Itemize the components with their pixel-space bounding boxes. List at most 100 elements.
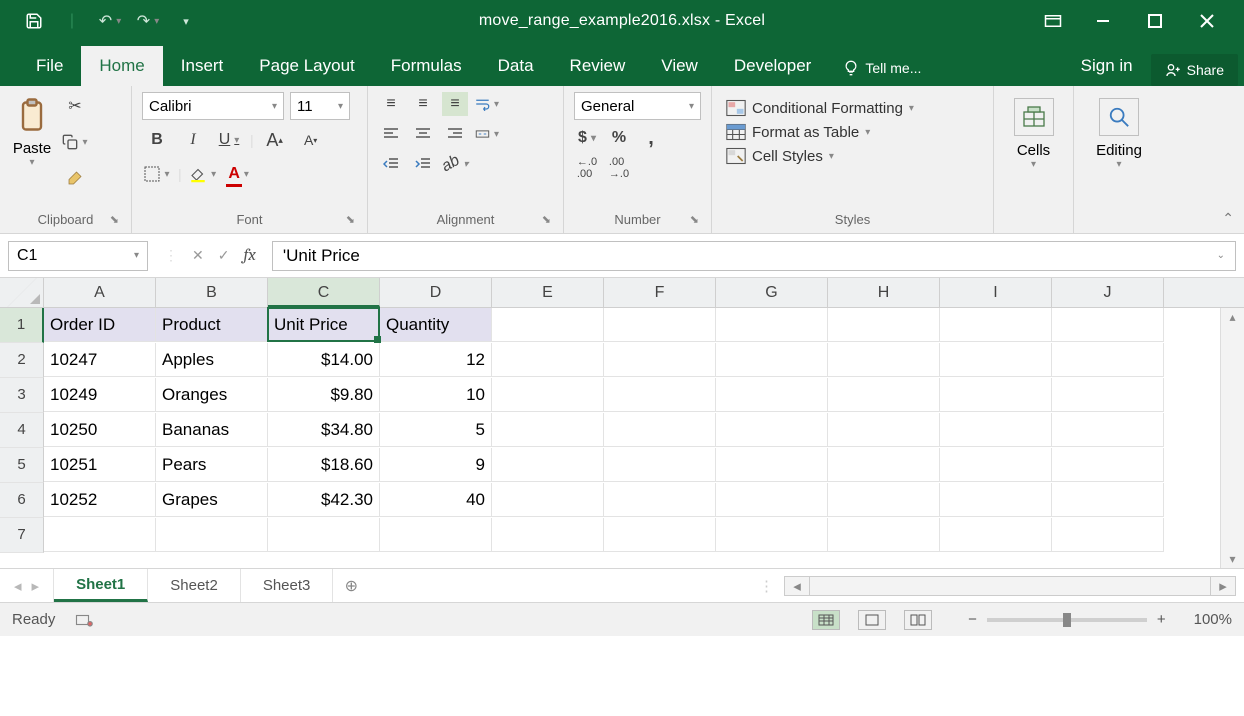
vertical-scrollbar[interactable]: ▴▾ (1220, 308, 1244, 568)
font-name-combo[interactable]: Calibri▾ (142, 92, 284, 120)
close-icon[interactable] (1200, 14, 1218, 28)
macro-record-icon[interactable] (75, 613, 93, 627)
cancel-formula-icon[interactable]: ✕ (192, 247, 204, 264)
cell[interactable] (828, 308, 940, 342)
cell[interactable] (604, 413, 716, 447)
row-header[interactable]: 2 (0, 343, 44, 378)
cell[interactable] (604, 308, 716, 342)
cell[interactable]: $14.00 (268, 343, 380, 377)
cell[interactable] (716, 413, 828, 447)
sheet-tab-sheet1[interactable]: Sheet1 (54, 569, 148, 602)
view-normal-icon[interactable] (812, 610, 840, 630)
cell[interactable] (1052, 448, 1164, 482)
column-header[interactable]: E (492, 278, 604, 307)
increase-indent-icon[interactable] (410, 152, 436, 176)
find-select-button[interactable] (1099, 98, 1139, 136)
sign-in-link[interactable]: Sign in (1063, 46, 1151, 86)
copy-icon[interactable] (60, 128, 90, 156)
cell[interactable] (492, 343, 604, 377)
column-header[interactable]: B (156, 278, 268, 307)
fill-color-button[interactable] (188, 160, 218, 188)
cell[interactable] (940, 378, 1052, 412)
decrease-font-icon[interactable]: A▾ (296, 126, 326, 154)
new-sheet-button[interactable]: ⊕ (333, 576, 369, 596)
cell[interactable] (492, 308, 604, 342)
zoom-slider[interactable] (987, 618, 1147, 622)
tab-insert[interactable]: Insert (163, 46, 242, 86)
cell[interactable] (1052, 343, 1164, 377)
save-icon[interactable] (18, 7, 50, 35)
cell[interactable]: 12 (380, 343, 492, 377)
share-button[interactable]: Share (1151, 54, 1238, 86)
cell[interactable] (492, 448, 604, 482)
cell[interactable] (828, 343, 940, 377)
column-header[interactable]: D (380, 278, 492, 307)
cell[interactable] (716, 518, 828, 552)
format-painter-icon[interactable] (60, 164, 90, 192)
accounting-format-button[interactable]: $ (574, 126, 600, 150)
cell[interactable] (940, 308, 1052, 342)
cell[interactable]: Quantity (380, 308, 492, 342)
cell[interactable] (380, 518, 492, 552)
increase-decimal-icon[interactable]: ←.0.00 (574, 156, 600, 180)
align-left-icon[interactable] (378, 122, 404, 146)
tell-me[interactable]: Tell me... (829, 60, 935, 86)
cell[interactable] (940, 483, 1052, 517)
cell[interactable] (604, 483, 716, 517)
row-header[interactable]: 4 (0, 413, 44, 448)
wrap-text-button[interactable] (474, 92, 500, 116)
column-header[interactable]: C (268, 278, 380, 307)
maximize-icon[interactable] (1148, 14, 1166, 28)
horizontal-scrollbar[interactable]: ◂▸ (784, 576, 1244, 596)
undo-button[interactable]: ↶ (94, 7, 126, 35)
row-header[interactable]: 1 (0, 308, 44, 343)
tab-review[interactable]: Review (552, 46, 644, 86)
bold-button[interactable]: B (142, 126, 172, 154)
cell[interactable] (604, 518, 716, 552)
format-as-table-button[interactable]: Format as Table▾ (722, 120, 983, 144)
zoom-level[interactable]: 100% (1194, 611, 1232, 628)
ribbon-display-options-icon[interactable] (1044, 14, 1062, 28)
underline-button[interactable]: U (214, 126, 244, 154)
row-header[interactable]: 3 (0, 378, 44, 413)
decrease-indent-icon[interactable] (378, 152, 404, 176)
column-header[interactable]: G (716, 278, 828, 307)
name-box[interactable]: C1▾ (8, 241, 148, 271)
font-size-combo[interactable]: 11▾ (290, 92, 350, 120)
cell[interactable] (604, 448, 716, 482)
cells-dropdown-icon[interactable]: ▾ (1031, 159, 1036, 170)
customize-qat-icon[interactable]: ▾ (170, 7, 202, 35)
cell[interactable] (604, 343, 716, 377)
tab-page-layout[interactable]: Page Layout (241, 46, 372, 86)
insert-function-icon[interactable]: fx (243, 246, 255, 265)
enter-formula-icon[interactable]: ✓ (218, 247, 230, 264)
cell[interactable] (1052, 308, 1164, 342)
merge-center-button[interactable] (474, 122, 500, 146)
cell[interactable]: $34.80 (268, 413, 380, 447)
tab-file[interactable]: File (18, 46, 81, 86)
cell[interactable] (940, 518, 1052, 552)
cell[interactable]: Unit Price (268, 308, 380, 342)
cell-styles-button[interactable]: Cell Styles▾ (722, 144, 983, 168)
row-header[interactable]: 6 (0, 483, 44, 518)
tab-developer[interactable]: Developer (716, 46, 830, 86)
comma-button[interactable]: , (638, 126, 664, 150)
cell[interactable]: 10252 (44, 483, 156, 517)
editing-dropdown-icon[interactable]: ▾ (1116, 159, 1121, 170)
align-bottom-icon[interactable]: ≡ (442, 92, 468, 116)
conditional-formatting-button[interactable]: Conditional Formatting▾ (722, 96, 983, 120)
cell[interactable] (716, 448, 828, 482)
cell[interactable] (828, 483, 940, 517)
cell[interactable] (716, 483, 828, 517)
select-all-corner[interactable] (0, 278, 44, 307)
cell[interactable] (492, 413, 604, 447)
cell[interactable]: Bananas (156, 413, 268, 447)
cell[interactable] (492, 518, 604, 552)
cell[interactable] (44, 518, 156, 552)
number-format-combo[interactable]: General▾ (574, 92, 701, 120)
collapse-ribbon-icon[interactable]: ⌃ (1222, 210, 1234, 227)
cell[interactable]: Pears (156, 448, 268, 482)
alignment-launcher-icon[interactable]: ⬊ (542, 213, 551, 226)
align-middle-icon[interactable]: ≡ (410, 92, 436, 116)
cell[interactable] (828, 413, 940, 447)
